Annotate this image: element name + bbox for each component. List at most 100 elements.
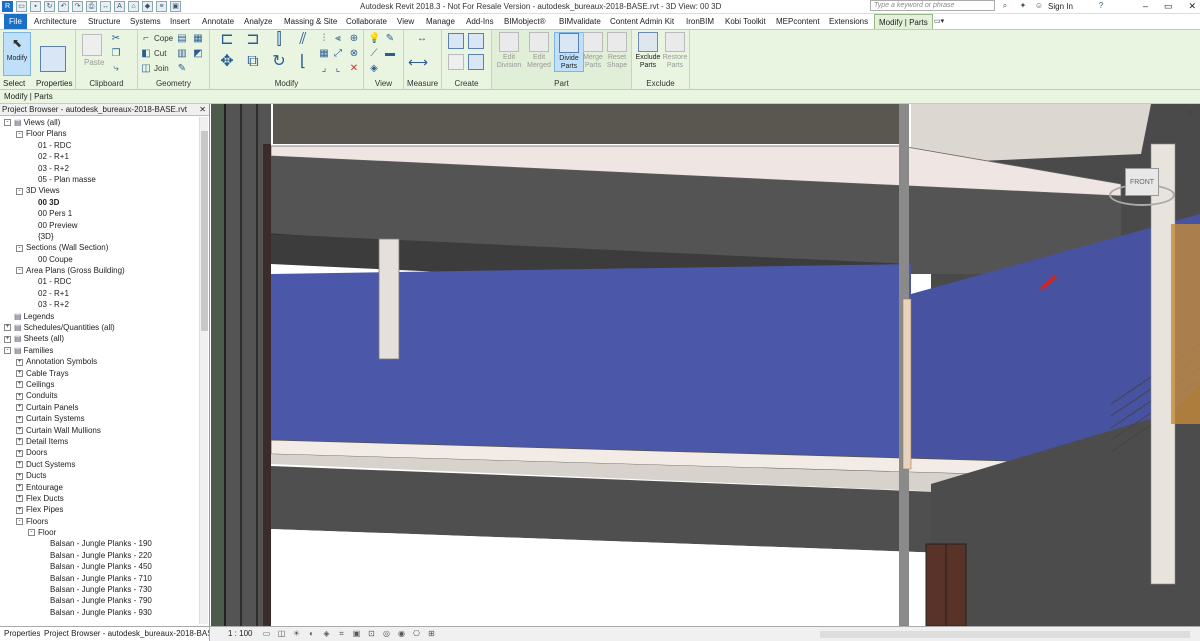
show-crop-icon[interactable]: ▣ bbox=[352, 629, 361, 638]
mirror-axis-icon[interactable]: ⫿ bbox=[270, 32, 288, 52]
split-gap-icon[interactable]: ⫷ bbox=[332, 33, 344, 45]
search-input[interactable]: Type a keyword or phrase bbox=[870, 0, 995, 11]
match-type-icon[interactable]: ⤷ bbox=[110, 63, 122, 75]
binoculars-icon[interactable]: ⌕ bbox=[1000, 1, 1010, 11]
tree-node[interactable]: 05 - Plan masse bbox=[0, 174, 198, 185]
close-browser-icon[interactable]: ✕ bbox=[199, 104, 206, 116]
expand-icon[interactable]: + bbox=[16, 404, 23, 412]
expand-icon[interactable]: + bbox=[4, 335, 11, 343]
worksharing-icon[interactable]: ⎔ bbox=[412, 629, 421, 638]
remove-paint-icon[interactable]: ◩ bbox=[192, 48, 204, 60]
tab-insert[interactable]: Insert bbox=[170, 14, 190, 29]
tree-node[interactable]: - Sections (Wall Section) bbox=[0, 242, 198, 253]
trim-icon[interactable]: ⌊ bbox=[294, 54, 312, 74]
tree-node[interactable]: Balsan - Jungle Planks - 190 bbox=[0, 538, 198, 549]
pin-icon[interactable]: ⊕ bbox=[348, 33, 360, 45]
tree-node[interactable]: 03 - R+2 bbox=[0, 299, 198, 310]
tree-node[interactable]: + ▤ Schedules/Quantities (all) bbox=[0, 322, 198, 333]
tree-node[interactable]: ▤ Legends bbox=[0, 311, 198, 322]
copy-icon[interactable]: ❐ bbox=[110, 48, 122, 60]
wall-joins-icon[interactable]: ▤ bbox=[176, 33, 188, 45]
close-hidden-icon[interactable]: ▣ bbox=[170, 1, 181, 12]
modify-button[interactable]: ⬉ Modify bbox=[3, 32, 31, 76]
expand-icon[interactable]: + bbox=[16, 369, 23, 377]
tab-collaborate[interactable]: Collaborate bbox=[346, 14, 387, 29]
sun-path-icon[interactable]: ☀ bbox=[292, 629, 301, 638]
sync-icon[interactable]: ↻ bbox=[44, 1, 55, 12]
sign-in-button[interactable]: Sign In bbox=[1048, 2, 1073, 11]
open-icon[interactable]: ▭ bbox=[16, 1, 27, 12]
split-icon[interactable]: ⫶ bbox=[318, 33, 330, 45]
3d-viewport[interactable]: FRONT ✕ bbox=[211, 104, 1200, 626]
text-icon[interactable]: A bbox=[114, 1, 125, 12]
tree-node[interactable]: + Curtain Wall Mullions bbox=[0, 425, 198, 436]
browser-scrollbar[interactable] bbox=[199, 117, 208, 624]
close-view-icon[interactable]: ✕ bbox=[1186, 108, 1194, 119]
rotate-icon[interactable]: ↻ bbox=[270, 54, 288, 74]
expand-icon[interactable]: + bbox=[16, 495, 23, 503]
tree-node[interactable]: Balsan - Jungle Planks - 730 bbox=[0, 584, 198, 595]
tab-add-ins[interactable]: Add-Ins bbox=[466, 14, 494, 29]
tab-extensions[interactable]: Extensions bbox=[829, 14, 868, 29]
3d-view-icon[interactable]: ⌂ bbox=[128, 1, 139, 12]
tree-node[interactable]: 01 - RDC bbox=[0, 276, 198, 287]
demolish-icon[interactable]: ▦ bbox=[192, 33, 204, 45]
scale-icon[interactable]: ⤢ bbox=[332, 48, 344, 60]
tab-content-admin-kit[interactable]: Content Admin Kit bbox=[610, 14, 674, 29]
expand-icon[interactable]: + bbox=[16, 381, 23, 389]
crop-icon[interactable]: ⌗ bbox=[337, 629, 346, 638]
tab-systems[interactable]: Systems bbox=[130, 14, 161, 29]
tab-architecture[interactable]: Architecture bbox=[34, 14, 77, 29]
tree-node[interactable]: -3D Views bbox=[0, 185, 198, 196]
tree-node[interactable]: Balsan - Jungle Planks - 710 bbox=[0, 573, 198, 584]
offset-icon[interactable]: ⊐ bbox=[244, 32, 262, 52]
tree-node[interactable]: 00 3D bbox=[0, 197, 198, 208]
cut-icon[interactable]: ◧ bbox=[140, 48, 152, 60]
collapse-icon[interactable]: - bbox=[16, 244, 23, 252]
tree-node[interactable]: 00 Pers 1 bbox=[0, 208, 198, 219]
tree-node[interactable]: 03 - R+2 bbox=[0, 163, 198, 174]
save-icon[interactable]: ▪ bbox=[30, 1, 41, 12]
tree-node[interactable]: + Conduits bbox=[0, 390, 198, 401]
create-parts-icon[interactable] bbox=[448, 54, 464, 70]
array-icon[interactable]: ▦ bbox=[318, 48, 330, 60]
print-icon[interactable]: ⎙ bbox=[86, 1, 97, 12]
tree-node[interactable]: - ▤ Views (all) bbox=[0, 117, 198, 128]
help-icon[interactable]: ? bbox=[1096, 1, 1106, 11]
3d-model-view[interactable] bbox=[211, 104, 1200, 626]
measure-icon[interactable]: ↔ bbox=[100, 1, 111, 12]
collapse-icon[interactable]: - bbox=[16, 187, 23, 195]
expand-icon[interactable]: + bbox=[4, 324, 11, 332]
collapse-icon[interactable]: - bbox=[16, 267, 23, 275]
visibility-icon[interactable]: ◈ bbox=[368, 63, 380, 75]
temp-hide-icon[interactable]: ◎ bbox=[382, 629, 391, 638]
unpin-icon[interactable]: ⊗ bbox=[348, 48, 360, 60]
cut-button[interactable]: Cut bbox=[154, 49, 166, 58]
tree-node[interactable]: + ▤ Sheets (all) bbox=[0, 333, 198, 344]
paint-view-icon[interactable]: ▬ bbox=[384, 48, 396, 60]
analytical-icon[interactable]: ⊞ bbox=[427, 629, 436, 638]
shadows-icon[interactable]: ◐ bbox=[307, 629, 316, 638]
collapse-icon[interactable]: - bbox=[16, 130, 23, 138]
tree-node[interactable]: 00 Preview bbox=[0, 220, 198, 231]
thin-lines-icon[interactable]: ≡ bbox=[156, 1, 167, 12]
minimize-icon[interactable]: – bbox=[1143, 1, 1148, 12]
tree-node[interactable]: Balsan - Jungle Planks - 790 bbox=[0, 595, 198, 606]
create-group-icon[interactable] bbox=[448, 33, 464, 49]
tree-node[interactable]: + Doors bbox=[0, 447, 198, 458]
mirror-draw-icon[interactable]: ⫽ bbox=[294, 32, 312, 52]
tree-node[interactable]: + Curtain Systems bbox=[0, 413, 198, 424]
detail-level-icon[interactable]: ▭ bbox=[262, 629, 271, 638]
move-icon[interactable]: ✥ bbox=[218, 54, 236, 74]
tree-node[interactable]: Balsan - Jungle Planks - 930 bbox=[0, 607, 198, 618]
tree-node[interactable]: + Flex Pipes bbox=[0, 504, 198, 515]
align-icon[interactable]: ⊏ bbox=[218, 32, 236, 52]
cut-clipboard-icon[interactable]: ✂ bbox=[110, 33, 122, 45]
tab-manage[interactable]: Manage bbox=[426, 14, 455, 29]
edit-division-button[interactable]: Edit Division bbox=[494, 32, 524, 70]
restore-parts-button[interactable]: Restore Parts bbox=[660, 32, 690, 70]
tab-bimobject[interactable]: BIMobject® bbox=[504, 14, 545, 29]
expand-icon[interactable]: + bbox=[16, 426, 23, 434]
override-icon[interactable]: ✎ bbox=[384, 33, 396, 45]
tree-node[interactable]: + Duct Systems bbox=[0, 459, 198, 470]
